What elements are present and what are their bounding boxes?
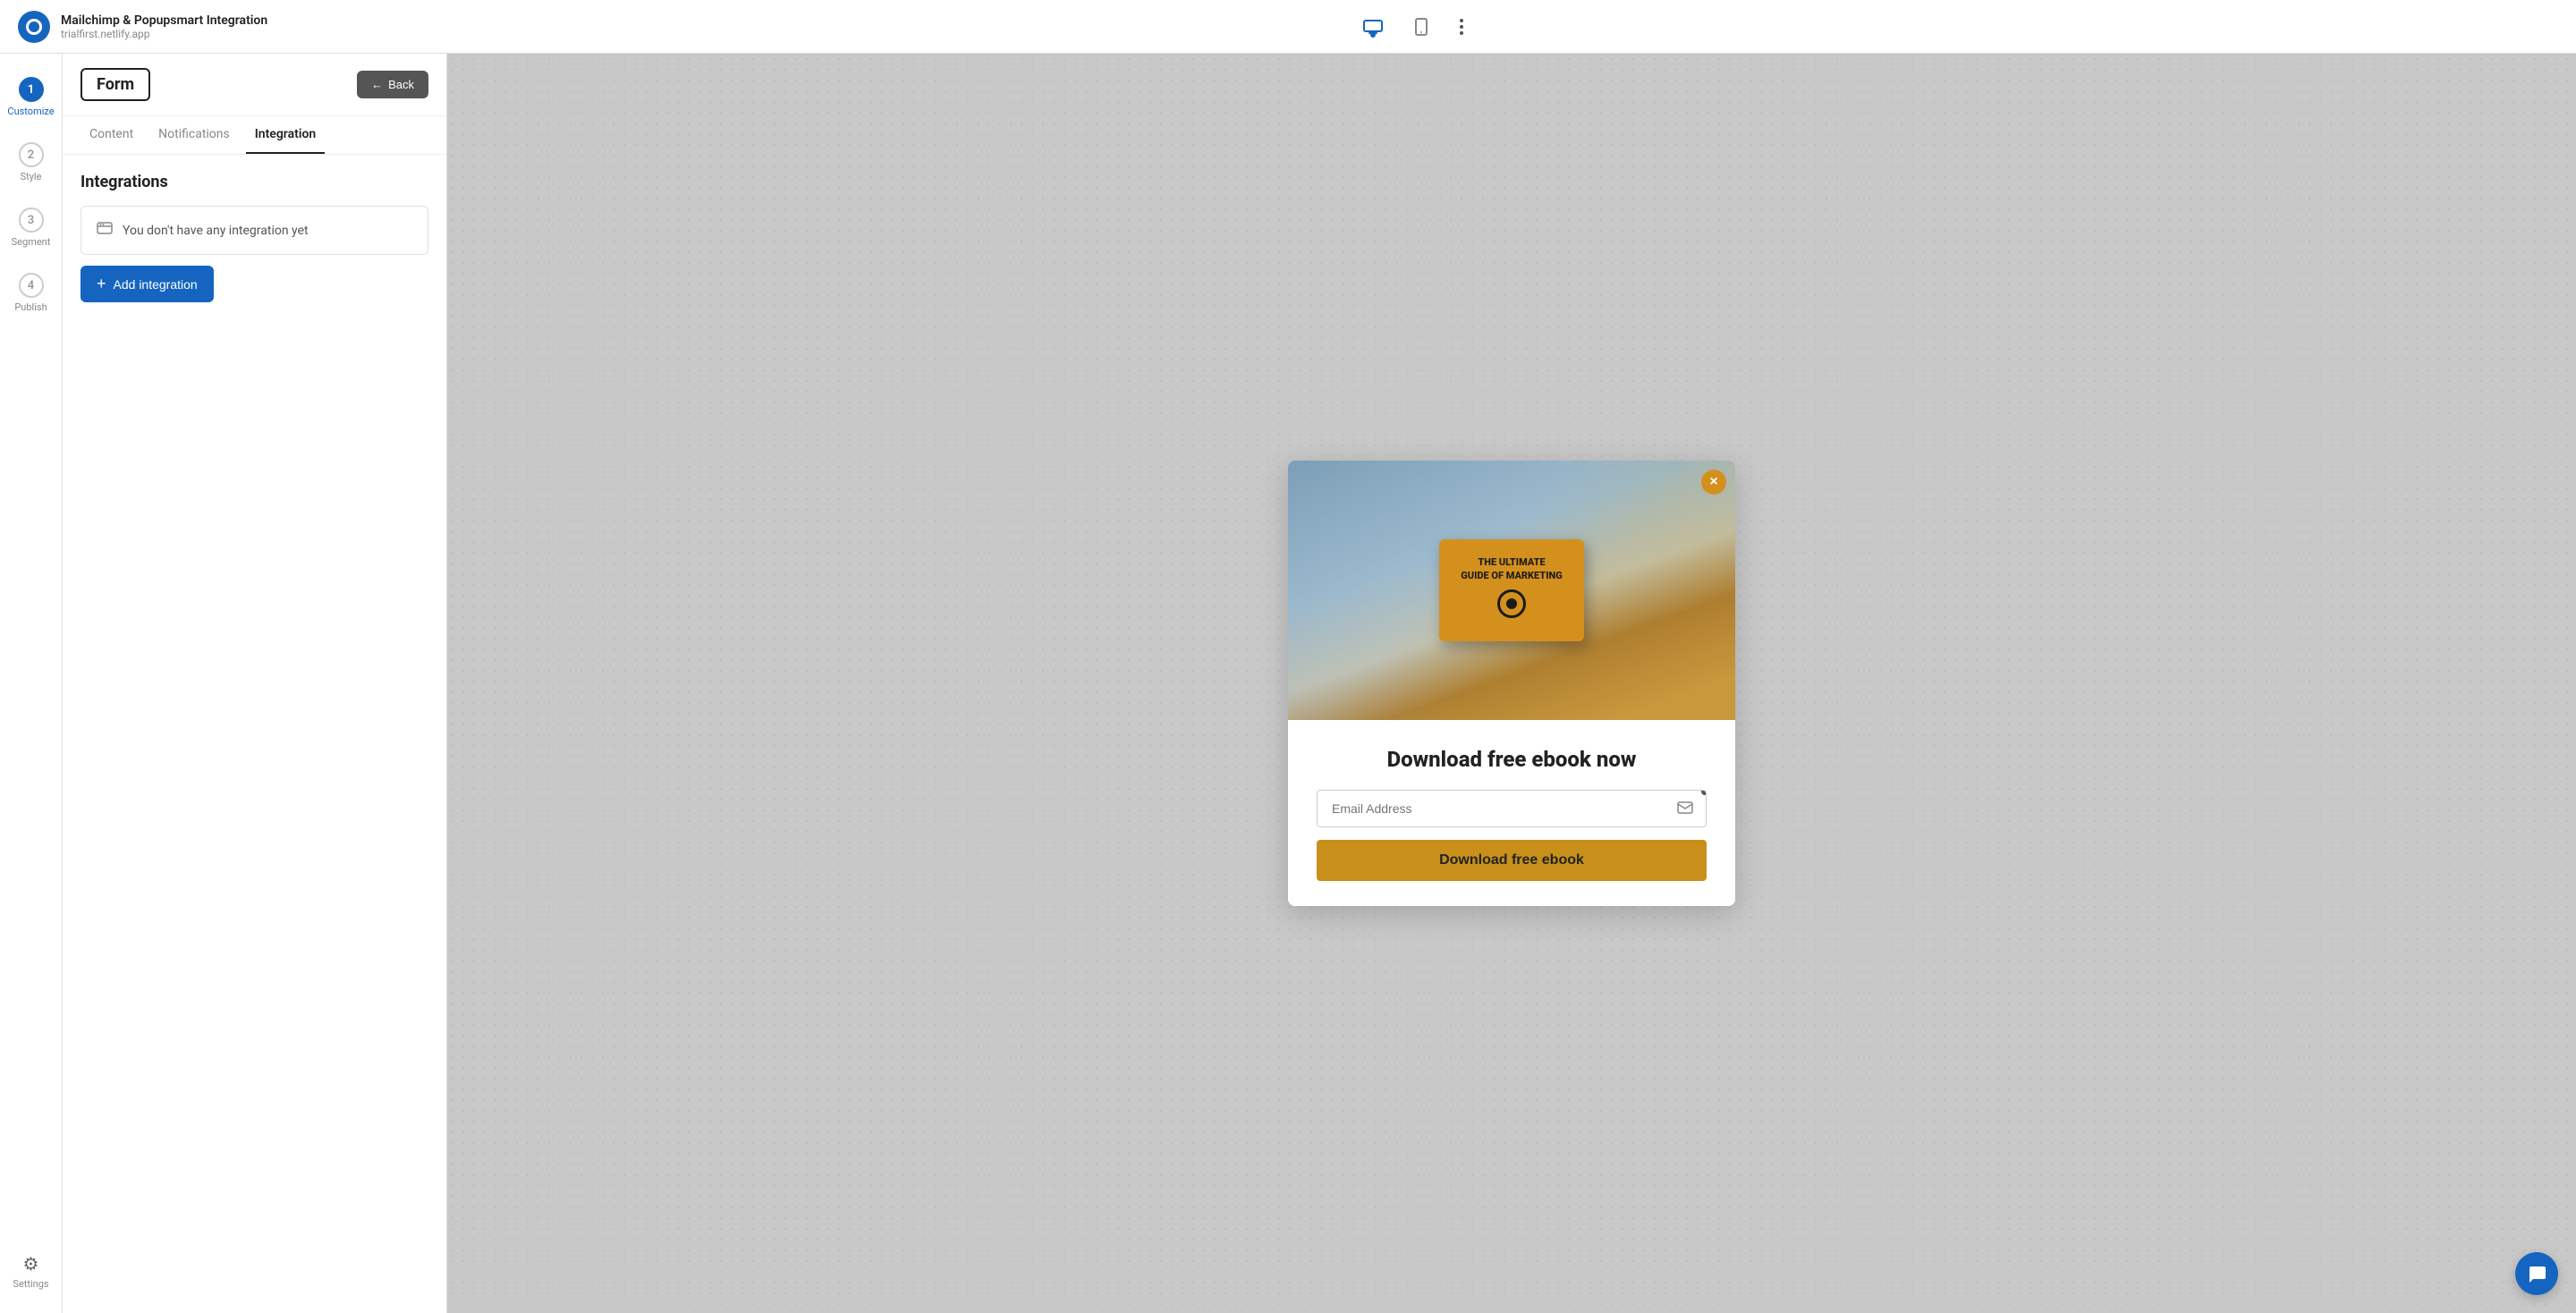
popup-body: Download free ebook now Download free eb… [1288, 720, 1735, 906]
popup-heading: Download free ebook now [1317, 747, 1707, 772]
popup-input-row [1317, 790, 1707, 827]
add-integration-label: Add integration [114, 277, 198, 292]
app-logo-inner [26, 19, 42, 35]
topbar-title-group: Mailchimp & Popupsmart Integration trial… [61, 13, 267, 40]
integration-empty-state: You don't have any integration yet [80, 206, 428, 255]
sidebar-item-style[interactable]: 2 Style [6, 133, 56, 191]
topbar-subtitle: trialfirst.netlify.app [61, 28, 267, 40]
more-options-button[interactable] [1454, 13, 1469, 40]
sidebar-label-settings: Settings [13, 1278, 48, 1290]
topbar-left: Mailchimp & Popupsmart Integration trial… [18, 11, 267, 43]
close-icon: × [1709, 474, 1717, 490]
tab-content[interactable]: Content [80, 116, 142, 154]
back-arrow: ← [371, 78, 383, 91]
mobile-icon [1415, 18, 1428, 36]
integration-empty-icon [96, 219, 114, 241]
panel-header: Form ← Back [63, 54, 446, 116]
back-label: Back [388, 78, 414, 91]
step-circle-2: 2 [19, 142, 44, 167]
step-circle-3: 3 [19, 208, 44, 233]
add-integration-button[interactable]: + Add integration [80, 266, 214, 302]
gear-icon: ⚙ [23, 1253, 39, 1275]
chat-icon [2526, 1263, 2547, 1284]
tab-integration[interactable]: Integration [246, 116, 325, 154]
mobile-view-button[interactable] [1410, 13, 1433, 41]
preview-area: THE ULTIMATE GUIDE OF MARKETING × Downlo… [447, 54, 2576, 1313]
popup-cta-button[interactable]: Download free ebook [1317, 840, 1707, 881]
topbar-title: Mailchimp & Popupsmart Integration [61, 13, 267, 28]
sidebar-label-customize: Customize [7, 106, 54, 117]
sidebar-label-style: Style [21, 171, 42, 182]
popup-cta-label: Download free ebook [1439, 852, 1584, 868]
step-circle-4: 4 [19, 273, 44, 298]
tabs: Content Notifications Integration [63, 116, 446, 155]
desktop-view-button[interactable] [1358, 14, 1388, 39]
step-circle-1: 1 [19, 77, 44, 102]
popup-container: THE ULTIMATE GUIDE OF MARKETING × Downlo… [1288, 461, 1735, 906]
sidebar-item-customize[interactable]: 1 Customize [6, 68, 56, 126]
email-icon [1665, 792, 1706, 826]
sidebar-settings[interactable]: ⚙ Settings [7, 1244, 54, 1299]
main-layout: 1 Customize 2 Style 3 Segment 4 Publish … [0, 54, 2576, 1313]
email-input[interactable] [1318, 791, 1665, 826]
sidebar-label-segment: Segment [12, 236, 51, 248]
app-logo [18, 11, 50, 43]
sidebar: 1 Customize 2 Style 3 Segment 4 Publish … [0, 54, 63, 1313]
popup-image: THE ULTIMATE GUIDE OF MARKETING × [1288, 461, 1735, 720]
sidebar-item-segment[interactable]: 3 Segment [6, 199, 56, 257]
tab-notifications[interactable]: Notifications [149, 116, 239, 154]
chat-bubble[interactable] [2515, 1252, 2558, 1295]
topbar: Mailchimp & Popupsmart Integration trial… [0, 0, 2576, 54]
panel-content: Integrations You don't have any integrat… [63, 155, 446, 320]
back-button[interactable]: ← Back [357, 71, 428, 98]
add-icon: + [97, 275, 106, 293]
sidebar-label-publish: Publish [14, 301, 47, 313]
section-title: Integrations [80, 173, 428, 191]
sidebar-item-publish[interactable]: 4 Publish [6, 264, 56, 322]
topbar-center [1358, 13, 1469, 41]
panel-title: Form [80, 68, 150, 101]
panel: Form ← Back Content Notifications Integr… [63, 54, 447, 1313]
book-logo [1497, 589, 1526, 618]
popup-close-button[interactable]: × [1701, 470, 1726, 495]
integration-empty-text: You don't have any integration yet [123, 224, 309, 238]
more-icon [1460, 19, 1463, 35]
book-line1: THE ULTIMATE [1461, 555, 1562, 569]
desktop-icon [1363, 20, 1383, 34]
book-line2: GUIDE OF MARKETING [1461, 569, 1562, 582]
